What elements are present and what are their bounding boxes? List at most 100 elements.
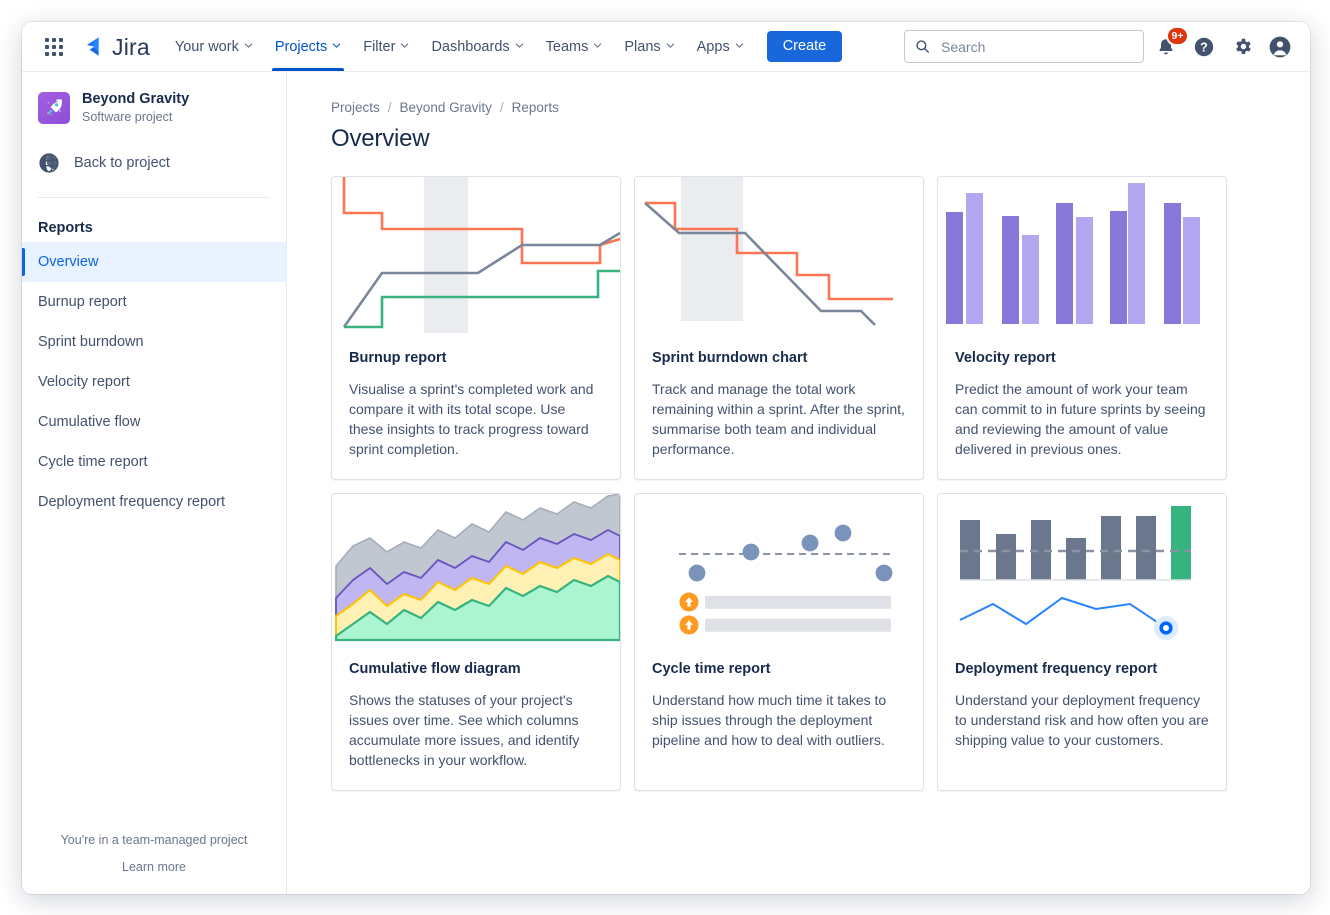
help-button[interactable]: ?	[1188, 31, 1220, 63]
card-body: Cycle time report Understand how much ti…	[635, 644, 923, 770]
nav-item-apps[interactable]: Apps	[686, 22, 755, 71]
breadcrumb-separator: /	[388, 100, 392, 115]
app-switcher-icon[interactable]	[38, 31, 70, 63]
help-circle-icon: ?	[1193, 36, 1215, 58]
card-description: Visualise a sprint's completed work and …	[349, 379, 603, 459]
nav-item-teams[interactable]: Teams	[535, 22, 614, 71]
sidebar-item-burnup-report[interactable]: Burnup report	[22, 282, 286, 322]
bar-deployment	[996, 534, 1016, 580]
sidebar-item-deployment-frequency-report[interactable]: Deployment frequency report	[22, 482, 286, 522]
back-to-project-link[interactable]: Back to project	[22, 152, 286, 174]
nav-item-label: Dashboards	[431, 39, 509, 55]
project-header[interactable]: Beyond Gravity Software project	[22, 90, 286, 127]
card-description: Predict the amount of work your team can…	[955, 379, 1209, 459]
series-completed	[344, 271, 620, 327]
scatter-point	[689, 565, 706, 582]
profile-avatar-button[interactable]	[1264, 31, 1296, 63]
nav-item-filter[interactable]: Filter	[352, 22, 420, 71]
report-card-velocity-report[interactable]: Velocity report Predict the amount of wo…	[937, 176, 1227, 480]
avatar-person-icon	[1268, 35, 1292, 59]
burndown-line-chart	[635, 177, 923, 333]
top-navigation-bar: Jira Your work Projects Filter Dashboard…	[22, 22, 1310, 72]
sidebar-item-cycle-time-report[interactable]: Cycle time report	[22, 442, 286, 482]
report-card-sprint-burndown-chart[interactable]: Sprint burndown chart Track and manage t…	[634, 176, 924, 480]
screen-root: Jira Your work Projects Filter Dashboard…	[0, 0, 1330, 915]
nav-item-label: Filter	[363, 39, 395, 55]
reports-card-grid: Burnup report Visualise a sprint's compl…	[331, 176, 1270, 791]
deployment-bar-sparkline	[938, 494, 1226, 644]
main-content: Projects / Beyond Gravity / Reports Over…	[287, 72, 1310, 894]
cycle-time-scatter	[635, 494, 923, 644]
report-card-deployment-frequency-report[interactable]: Deployment frequency report Understand y…	[937, 493, 1227, 791]
velocity-bar-chart	[938, 177, 1226, 333]
card-title: Cycle time report	[652, 660, 906, 679]
jira-logo-icon	[82, 34, 108, 60]
cycle-time-thumbnail	[635, 494, 923, 644]
breadcrumb: Projects / Beyond Gravity / Reports	[331, 100, 1270, 115]
card-title: Velocity report	[955, 349, 1209, 368]
breadcrumb-item-beyond-gravity[interactable]: Beyond Gravity	[400, 100, 492, 115]
scatter-point	[743, 544, 760, 561]
chevron-down-icon	[332, 41, 341, 50]
bar-completed	[1128, 183, 1145, 324]
sidebar-item-sprint-burndown[interactable]: Sprint burndown	[22, 322, 286, 362]
report-card-cycle-time-report[interactable]: Cycle time report Understand how much ti…	[634, 493, 924, 791]
sidebar-item-label: Deployment frequency report	[38, 494, 225, 510]
report-card-cumulative-flow-diagram[interactable]: Cumulative flow diagram Shows the status…	[331, 493, 621, 791]
nav-item-dashboards[interactable]: Dashboards	[420, 22, 534, 71]
project-avatar	[38, 92, 70, 124]
notification-badge: 9+	[1168, 28, 1187, 44]
jira-logo-text: Jira	[112, 36, 150, 59]
card-title: Deployment frequency report	[955, 660, 1209, 679]
settings-button[interactable]	[1226, 31, 1258, 63]
rocket-icon	[43, 97, 65, 119]
sidebar-item-label: Burnup report	[38, 294, 127, 310]
chevron-down-icon	[515, 41, 524, 50]
card-body: Sprint burndown chart Track and manage t…	[635, 333, 923, 479]
create-button[interactable]: Create	[767, 31, 843, 63]
breadcrumb-item-reports[interactable]: Reports	[512, 100, 559, 115]
chevron-down-icon	[244, 41, 253, 50]
sidebar-item-cumulative-flow[interactable]: Cumulative flow	[22, 402, 286, 442]
bar-commitment	[1056, 203, 1073, 324]
project-sidebar: Beyond Gravity Software project Back to …	[22, 72, 287, 894]
deployment-frequency-thumbnail	[938, 494, 1226, 644]
breadcrumb-separator: /	[500, 100, 504, 115]
search-box[interactable]	[904, 30, 1144, 63]
sidebar-section-title: Reports	[22, 220, 286, 236]
velocity-chart-thumbnail	[938, 177, 1226, 333]
bar-deployment	[1136, 516, 1156, 580]
scatter-point	[876, 565, 893, 582]
card-description: Understand your deployment frequency to …	[955, 690, 1209, 750]
notifications-button[interactable]: 9+	[1150, 31, 1182, 63]
sidebar-item-velocity-report[interactable]: Velocity report	[22, 362, 286, 402]
sidebar-item-label: Overview	[38, 254, 98, 270]
nav-item-label: Apps	[697, 39, 730, 55]
browser-window: Jira Your work Projects Filter Dashboard…	[22, 22, 1310, 894]
jira-logo[interactable]: Jira	[82, 34, 150, 60]
search-input[interactable]	[939, 38, 1133, 56]
issue-bar	[705, 596, 891, 609]
nav-item-label: Projects	[275, 39, 327, 55]
nav-item-plans[interactable]: Plans	[613, 22, 685, 71]
learn-more-link[interactable]: Learn more	[22, 860, 286, 874]
report-card-burnup-report[interactable]: Burnup report Visualise a sprint's compl…	[331, 176, 621, 480]
card-title: Sprint burndown chart	[652, 349, 906, 368]
bar-commitment	[1110, 211, 1127, 324]
bar-completed	[1076, 217, 1093, 324]
bar-commitment	[946, 212, 963, 324]
card-body: Velocity report Predict the amount of wo…	[938, 333, 1226, 479]
project-type: Software project	[82, 109, 189, 127]
scatter-point	[835, 525, 852, 542]
highlight-band	[681, 177, 743, 321]
page-title: Overview	[331, 125, 1270, 153]
highlight-band	[424, 177, 468, 333]
chevron-down-icon	[666, 41, 675, 50]
nav-item-your-work[interactable]: Your work	[164, 22, 264, 71]
scatter-point	[802, 535, 819, 552]
breadcrumb-item-projects[interactable]: Projects	[331, 100, 380, 115]
burnup-line-chart	[332, 177, 620, 333]
content-wrapper: Beyond Gravity Software project Back to …	[22, 72, 1310, 894]
nav-item-projects[interactable]: Projects	[264, 22, 352, 71]
sidebar-item-overview[interactable]: Overview	[22, 242, 286, 282]
